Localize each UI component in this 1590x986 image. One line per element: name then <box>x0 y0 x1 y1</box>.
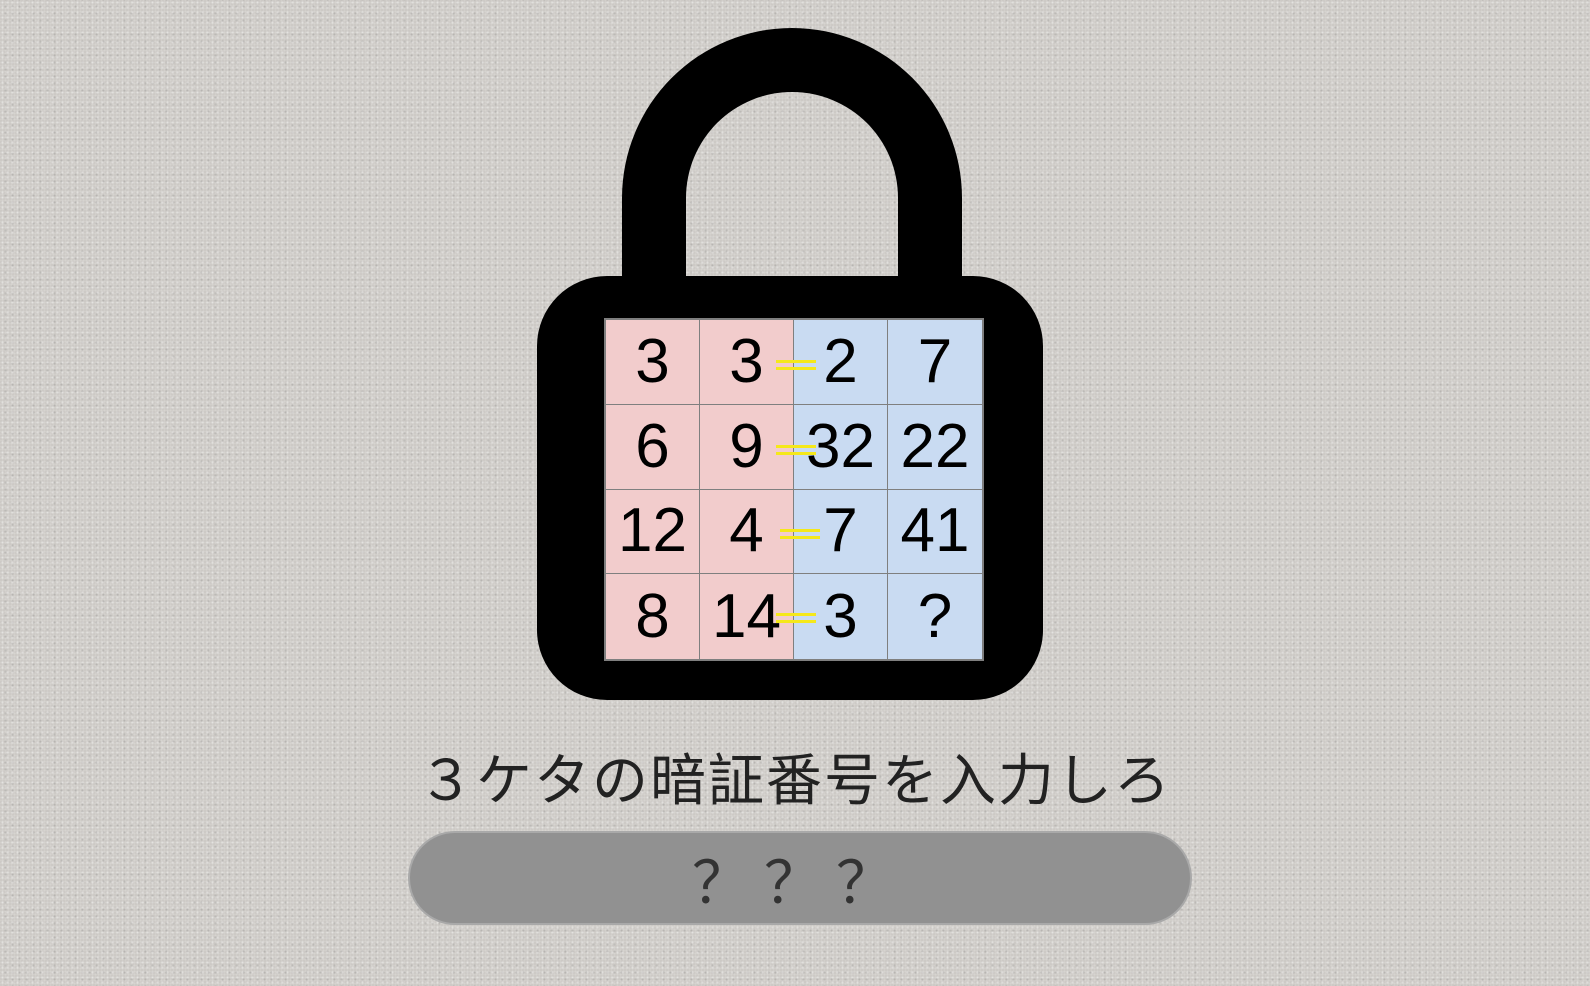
grid-cell: 7 <box>888 320 982 405</box>
pin-input[interactable]: ？？？ <box>408 831 1192 925</box>
equals-icon <box>776 443 816 457</box>
grid-cell: 22 <box>888 404 982 490</box>
grid-cell: 3 <box>606 320 700 405</box>
grid-cell: 8 <box>606 574 700 659</box>
equals-icon <box>776 611 816 625</box>
grid-cell: 6 <box>606 404 700 490</box>
instruction-text: ３ケタの暗証番号を入力しろ <box>418 749 1172 814</box>
grid-cell: 12 <box>606 489 700 575</box>
equals-icon <box>780 527 820 541</box>
equals-icon <box>776 358 816 372</box>
grid-cell: 41 <box>888 489 982 575</box>
grid-cell: ? <box>888 574 982 659</box>
